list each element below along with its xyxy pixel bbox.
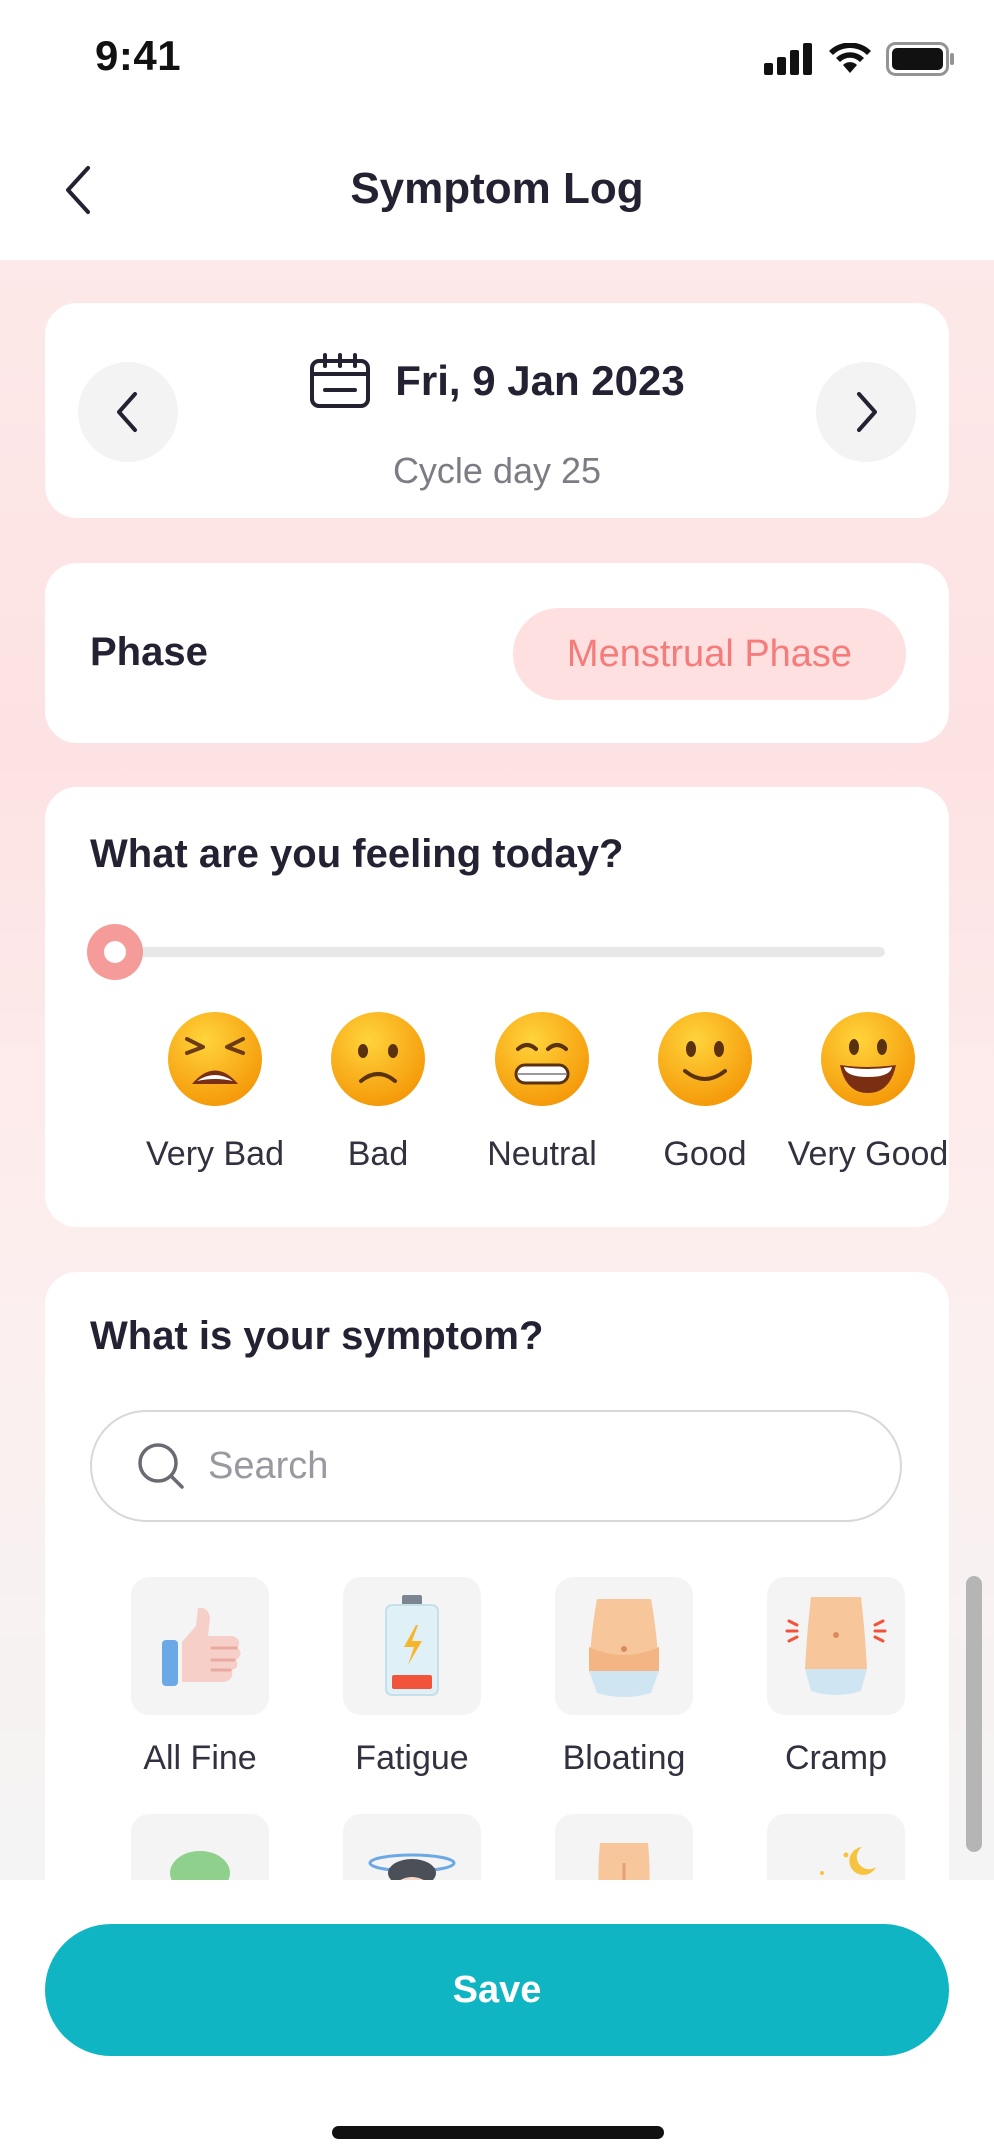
phase-label: Phase: [90, 630, 208, 674]
symptom-all-fine[interactable]: All Fine: [94, 1577, 306, 1778]
very-bad-emoji-icon: [168, 1012, 262, 1106]
symptom-tile: [767, 1577, 905, 1715]
towel-head-icon: [170, 1851, 230, 1880]
signal-icon: [764, 43, 812, 75]
symptom-label: Bloating: [562, 1739, 686, 1777]
mood-label: Good: [663, 1135, 747, 1173]
mood-options: Very Bad Bad Neutral Good Very Good: [45, 1009, 949, 1179]
symptom-tile: [343, 1814, 481, 1880]
selected-date: Fri, 9 Jan 2023: [395, 357, 685, 404]
symptom-tile: [343, 1577, 481, 1715]
mood-label: Very Good: [787, 1135, 949, 1173]
status-bar: 9:41: [0, 0, 994, 120]
symptom-tile: [555, 1577, 693, 1715]
status-icons: [764, 42, 956, 76]
symptom-item-partial[interactable]: [306, 1814, 518, 1880]
symptom-search-input[interactable]: Search: [90, 1410, 902, 1522]
bad-emoji-icon: [331, 1012, 425, 1106]
date-row: Fri, 9 Jan 2023: [45, 353, 949, 409]
symptom-tile: [555, 1814, 693, 1880]
symptom-scrollbar[interactable]: [966, 1576, 982, 1852]
chevron-right-icon: [857, 392, 877, 432]
content-area: Fri, 9 Jan 2023 Cycle day 25 Phase Menst…: [0, 260, 994, 1880]
cycle-day: Cycle day 25: [392, 450, 602, 491]
battery-icon: [886, 42, 954, 76]
symptom-heading: What is your symptom?: [90, 1314, 544, 1358]
neutral-emoji-icon: [495, 1012, 589, 1106]
mood-option-good[interactable]: Good: [620, 1009, 790, 1174]
status-time: 9:41: [95, 32, 182, 79]
good-emoji-icon: [658, 1012, 752, 1106]
next-day-button[interactable]: [816, 362, 916, 462]
phase-badge[interactable]: Menstrual Phase: [513, 608, 906, 700]
night-sleep-icon: [820, 1847, 876, 1875]
symptom-cramp[interactable]: Cramp: [730, 1577, 942, 1778]
very-good-emoji-icon: [821, 1012, 915, 1106]
symptom-fatigue[interactable]: Fatigue: [306, 1577, 518, 1778]
symptom-bloating[interactable]: Bloating: [518, 1577, 730, 1778]
bottom-bar: Save: [0, 1880, 994, 2153]
mood-option-neutral[interactable]: Neutral: [457, 1009, 627, 1174]
symptom-tile: [767, 1814, 905, 1880]
symptom-item-partial[interactable]: [518, 1814, 730, 1880]
phase-card: Phase Menstrual Phase: [45, 563, 949, 743]
feeling-card: What are you feeling today? Very Bad Bad…: [45, 787, 949, 1227]
mood-option-very-good[interactable]: Very Good: [783, 1009, 953, 1174]
wifi-icon: [829, 43, 871, 73]
symptom-label: Cramp: [784, 1739, 888, 1777]
cramp-belly-icon: [785, 1597, 887, 1695]
mood-slider-track[interactable]: [115, 947, 885, 957]
calendar-icon: [310, 353, 371, 408]
save-button[interactable]: Save: [45, 1924, 949, 2056]
home-indicator: [332, 2126, 664, 2139]
bloated-belly-icon: [589, 1599, 659, 1697]
mood-option-bad[interactable]: Bad: [293, 1009, 463, 1174]
symptom-tile: [131, 1814, 269, 1880]
symptom-card: What is your symptom? Search All Fine Fa…: [45, 1272, 949, 1880]
mood-slider-thumb[interactable]: [87, 924, 143, 980]
header: Symptom Log: [0, 120, 994, 260]
mood-label: Neutral: [487, 1135, 597, 1173]
feeling-heading: What are you feeling today?: [90, 832, 624, 876]
mood-label: Bad: [347, 1135, 409, 1173]
search-placeholder: Search: [208, 1444, 329, 1487]
mood-label: Very Bad: [146, 1135, 284, 1173]
symptom-item-partial[interactable]: [730, 1814, 942, 1880]
search-icon: [138, 1443, 184, 1489]
dizzy-face-icon: [368, 1853, 456, 1880]
low-battery-icon: [385, 1595, 439, 1696]
date-card: Fri, 9 Jan 2023 Cycle day 25: [45, 303, 949, 518]
symptom-label: All Fine: [143, 1739, 257, 1777]
back-icon: [598, 1843, 650, 1880]
symptom-item-partial[interactable]: [94, 1814, 306, 1880]
mood-option-very-bad[interactable]: Very Bad: [130, 1009, 300, 1174]
symptom-label: Fatigue: [355, 1739, 469, 1777]
thumbs-up-icon: [162, 1607, 241, 1686]
page-title: Symptom Log: [350, 164, 644, 213]
symptom-tile: [131, 1577, 269, 1715]
